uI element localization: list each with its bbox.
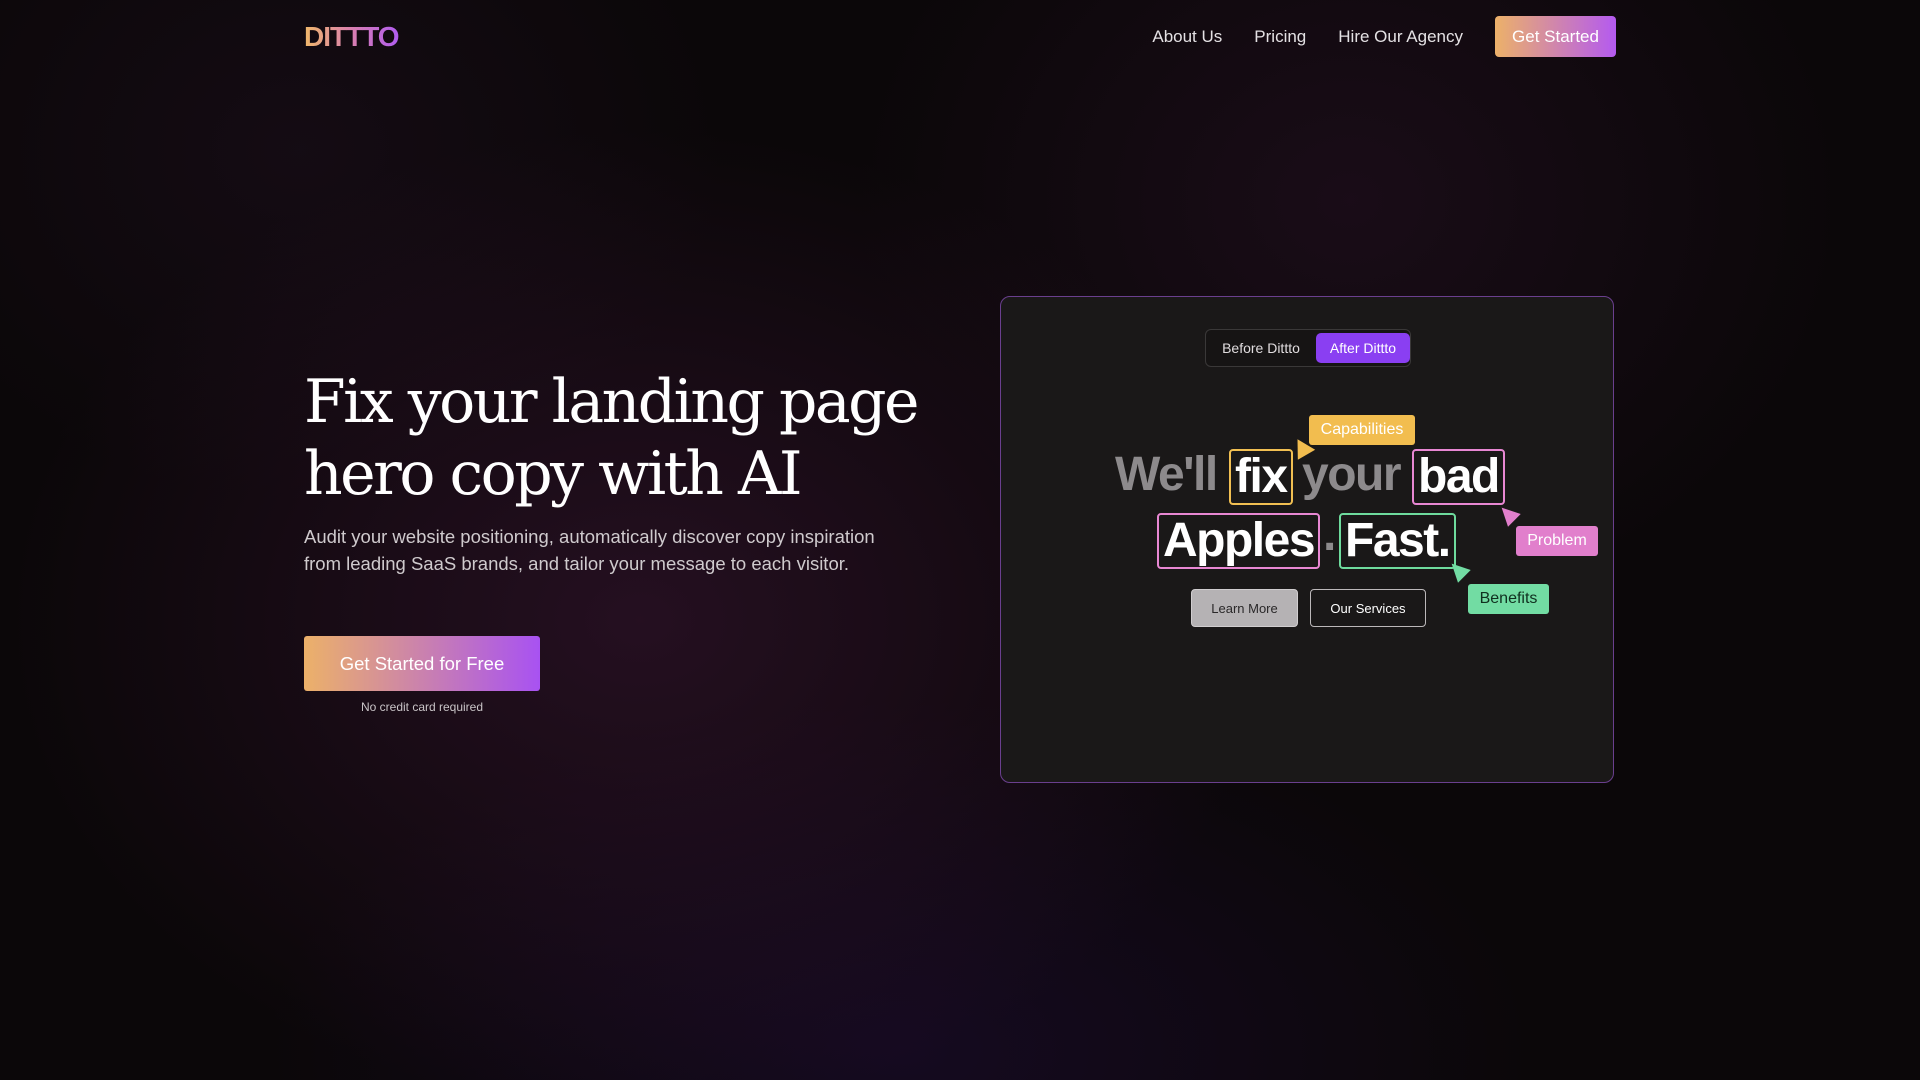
headline-word-well: We'll [1115,448,1218,501]
benefits-tag: Benefits [1468,584,1549,614]
headline-word-apples: Apples [1157,513,1321,569]
problem-tag: Problem [1516,526,1598,556]
our-services-button[interactable]: Our Services [1310,589,1426,627]
top-navigation: DITTTO About Us Pricing Hire Our Agency … [304,16,1616,57]
hero-title-line-2: hero copy with AI [304,439,803,509]
problem-pointer-icon [1495,501,1521,527]
get-started-button[interactable]: Get Started [1495,16,1616,57]
toggle-before-dittto[interactable]: Before Dittto [1208,332,1314,364]
get-started-free-button[interactable]: Get Started for Free [304,636,540,691]
before-after-toggle: Before Dittto After Dittto [1205,329,1411,367]
headline-word-fast: Fast. [1339,513,1456,569]
hero-title: Fix your landing page hero copy with AI [304,366,944,510]
headline-word-period: . [1323,508,1336,561]
nav-links: About Us Pricing Hire Our Agency Get Sta… [1152,16,1616,57]
capabilities-tag: Capabilities [1309,415,1415,445]
nav-link-about-us[interactable]: About Us [1152,27,1222,47]
before-after-preview-card: Before Dittto After Dittto Capabilities … [1000,296,1614,783]
toggle-after-dittto[interactable]: After Dittto [1316,333,1410,363]
hero-title-line-1: Fix your landing page [304,367,920,437]
nav-link-hire-agency[interactable]: Hire Our Agency [1338,27,1463,47]
nav-link-pricing[interactable]: Pricing [1254,27,1306,47]
dittto-logo[interactable]: DITTTO [304,21,400,53]
headline-word-your: your [1302,448,1402,501]
hero-subtitle: Audit your website positioning, automati… [304,526,875,574]
headline-word-fix: fix [1229,449,1293,505]
headline-word-bad: bad [1412,449,1505,505]
no-credit-card-note: No credit card required [360,700,484,714]
learn-more-button[interactable]: Learn More [1191,589,1298,627]
